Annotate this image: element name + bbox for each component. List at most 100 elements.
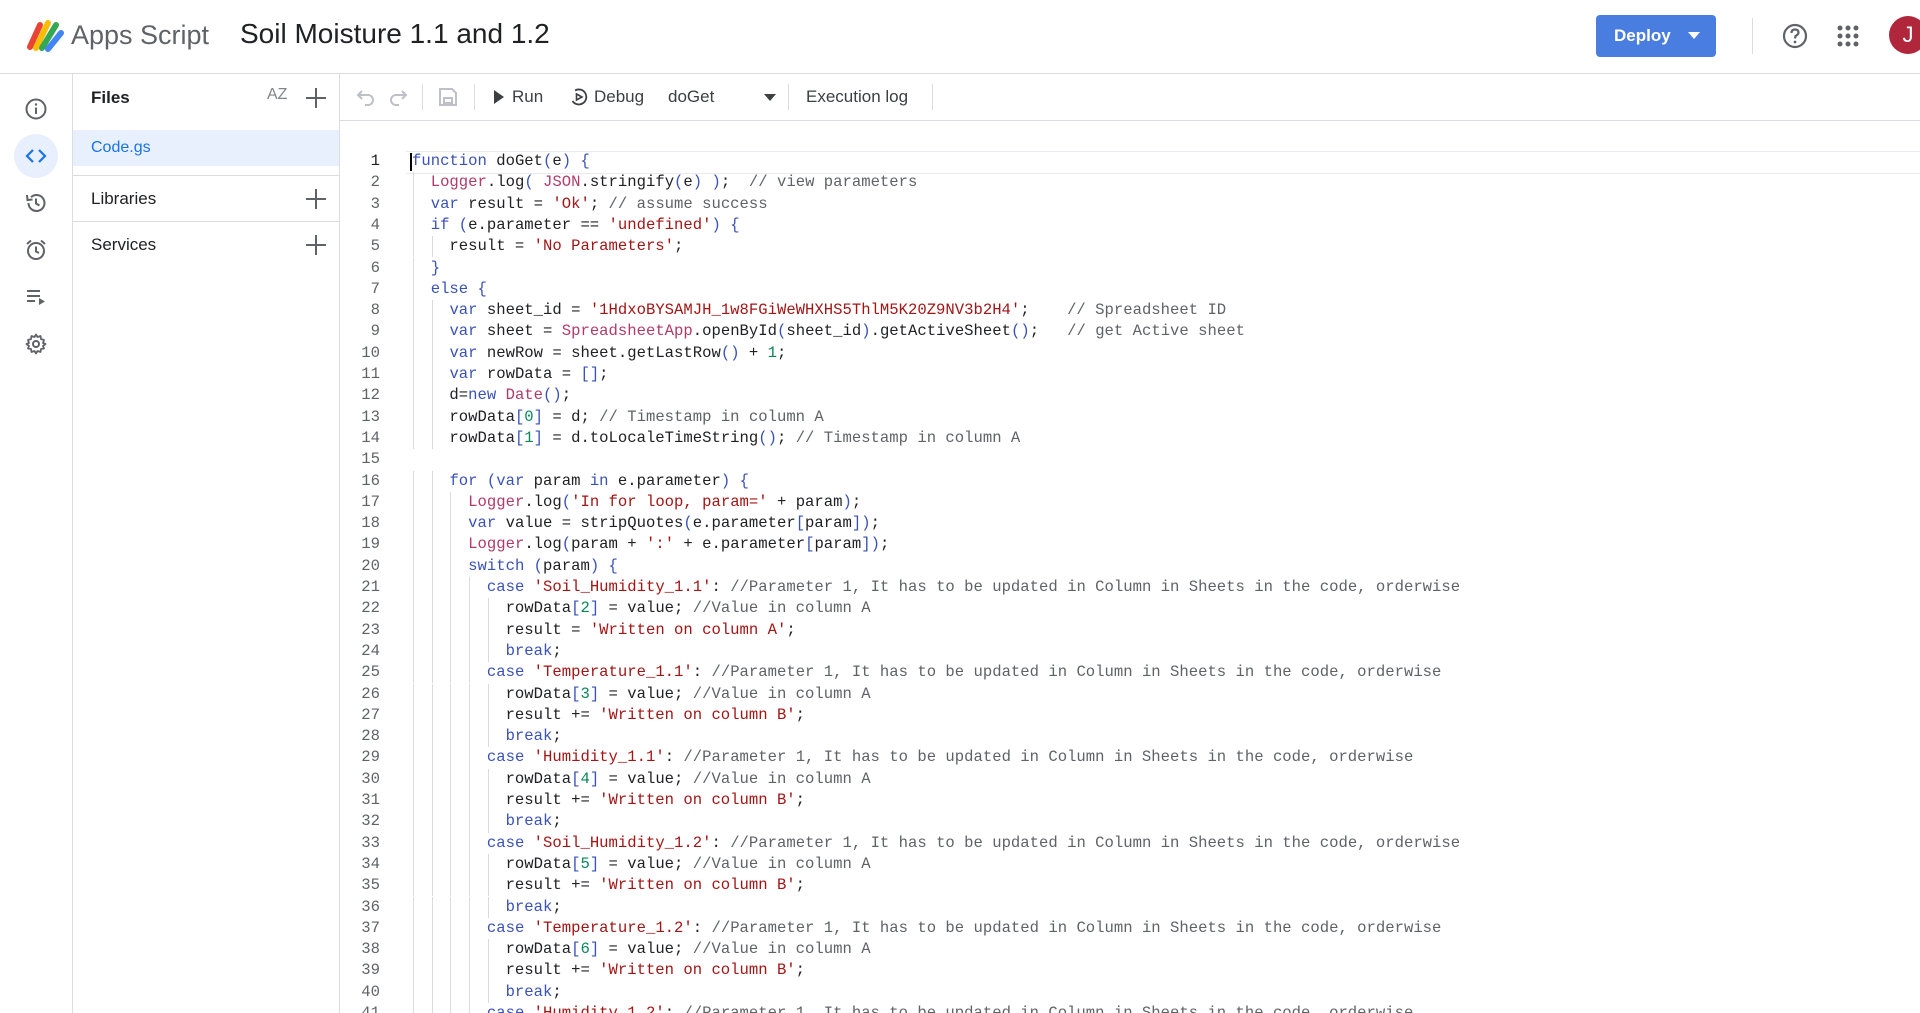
- info-icon: [25, 98, 47, 120]
- avatar[interactable]: J: [1889, 16, 1920, 54]
- libraries-section[interactable]: Libraries: [73, 175, 339, 221]
- line-number: 1: [370, 152, 380, 170]
- file-item-label: Code.gs: [91, 139, 151, 156]
- indent-guide: [487, 768, 489, 790]
- indent-guide: [450, 726, 452, 748]
- files-title: Files: [91, 88, 130, 107]
- apps-script-logo[interactable]: [26, 17, 64, 53]
- indent-guide: [431, 662, 433, 684]
- line-number: 24: [361, 641, 380, 660]
- line-number: 7: [370, 279, 380, 298]
- history-button[interactable]: [14, 181, 58, 225]
- debug-button[interactable]: Debug: [570, 74, 660, 120]
- line-number: 22: [361, 599, 380, 618]
- indent-guide: [469, 939, 471, 961]
- indent-guide: [431, 577, 433, 599]
- add-file-icon[interactable]: [305, 87, 327, 109]
- indent-guide: [413, 491, 414, 514]
- save-icon[interactable]: [438, 87, 458, 107]
- indent-guide: [431, 619, 433, 641]
- execution-log-button[interactable]: Execution log: [806, 74, 916, 120]
- divider: [932, 84, 933, 110]
- indent-guide: [469, 875, 471, 897]
- code-text: rowData[1] = d.toLocaleTimeString(); // …: [412, 428, 1021, 447]
- run-label: Run: [512, 87, 544, 106]
- history-icon: [26, 194, 46, 212]
- triggers-button[interactable]: [14, 228, 58, 272]
- indent-guide: [413, 427, 414, 450]
- indent-guide: [469, 598, 471, 620]
- line-number: 29: [361, 748, 380, 767]
- indent-guide: [469, 811, 471, 833]
- executions-button[interactable]: [14, 275, 58, 319]
- indent-guide: [431, 683, 433, 705]
- deploy-button[interactable]: Deploy: [1596, 15, 1716, 57]
- indent-guide: [431, 853, 433, 876]
- indent-guide: [431, 960, 433, 982]
- app-name[interactable]: Apps Script: [71, 20, 209, 51]
- line-number: 34: [361, 854, 380, 873]
- indent-guide: [450, 981, 452, 1003]
- indent-guide: [413, 278, 414, 301]
- indent-guide: [450, 896, 452, 918]
- run-button[interactable]: Run: [494, 74, 554, 120]
- indent-guide: [431, 939, 433, 961]
- indent-guide: [413, 364, 414, 386]
- project-title[interactable]: Soil Moisture 1.1 and 1.2: [240, 18, 550, 50]
- line-number: 11: [361, 365, 380, 383]
- indent-guide: [487, 875, 489, 897]
- indent-guide: [413, 640, 414, 663]
- code-text: break;: [505, 897, 562, 916]
- indent-guide: [413, 342, 414, 364]
- indent-guide: [413, 236, 414, 258]
- indent-guide: [469, 960, 471, 982]
- indent-guide: [413, 214, 414, 237]
- indent-guide: [450, 513, 452, 535]
- code-editor[interactable]: 1 function doGet(e) {2 Logger.log( JSON.s…: [340, 121, 1920, 1013]
- deploy-label: Deploy: [1614, 26, 1671, 45]
- indent-guide: [413, 321, 414, 343]
- indent-guide: [431, 811, 433, 833]
- undo-icon[interactable]: [356, 88, 376, 106]
- file-item-code-gs[interactable]: Code.gs: [73, 130, 339, 166]
- add-service-icon[interactable]: [305, 234, 327, 256]
- indent-guide: [431, 640, 433, 663]
- code-text: var sheet_id = '1HdxoBYSAMJH_1w8FGiWeWHX…: [449, 301, 1227, 320]
- indent-guide: [413, 981, 414, 1003]
- indent-guide: [450, 683, 452, 705]
- line-number: 9: [370, 322, 380, 341]
- indent-guide: [413, 662, 414, 684]
- indent-guide: [450, 640, 452, 663]
- indent-guide: [413, 896, 414, 918]
- line-number: 21: [361, 578, 380, 596]
- editor-button[interactable]: [14, 134, 58, 178]
- debug-label: Debug: [594, 87, 645, 106]
- add-library-icon[interactable]: [305, 188, 327, 210]
- sort-az-icon[interactable]: AZ: [267, 86, 287, 104]
- indent-guide: [450, 832, 452, 854]
- indent-guide: [469, 662, 471, 684]
- indent-guide: [413, 257, 414, 279]
- code-text: result += 'Written on column B';: [412, 791, 806, 809]
- editor-toolbar: Run Debug doGet Execution log: [340, 74, 1920, 121]
- indent-guide: [413, 172, 414, 194]
- indent-guide: [469, 917, 471, 940]
- overview-button[interactable]: [14, 87, 58, 131]
- indent-guide: [431, 747, 433, 769]
- indent-guide: [487, 640, 489, 663]
- services-section[interactable]: Services: [73, 221, 339, 267]
- chevron-down-icon: [764, 94, 776, 101]
- help-icon[interactable]: [1781, 22, 1809, 50]
- apps-grid-icon[interactable]: [1836, 24, 1860, 48]
- line-number: 26: [361, 684, 380, 703]
- line-number: 6: [370, 258, 380, 277]
- divider: [1752, 18, 1753, 54]
- line-number: 40: [361, 982, 380, 1001]
- settings-button[interactable]: [14, 322, 58, 366]
- code-text: break;: [505, 982, 562, 1001]
- indent-guide: [450, 811, 452, 833]
- function-select[interactable]: doGet: [668, 74, 788, 120]
- code-text: Logger.log(param + ':' + e.parameter[par…: [468, 535, 890, 554]
- indent-guide: [487, 619, 489, 641]
- redo-icon[interactable]: [388, 88, 408, 106]
